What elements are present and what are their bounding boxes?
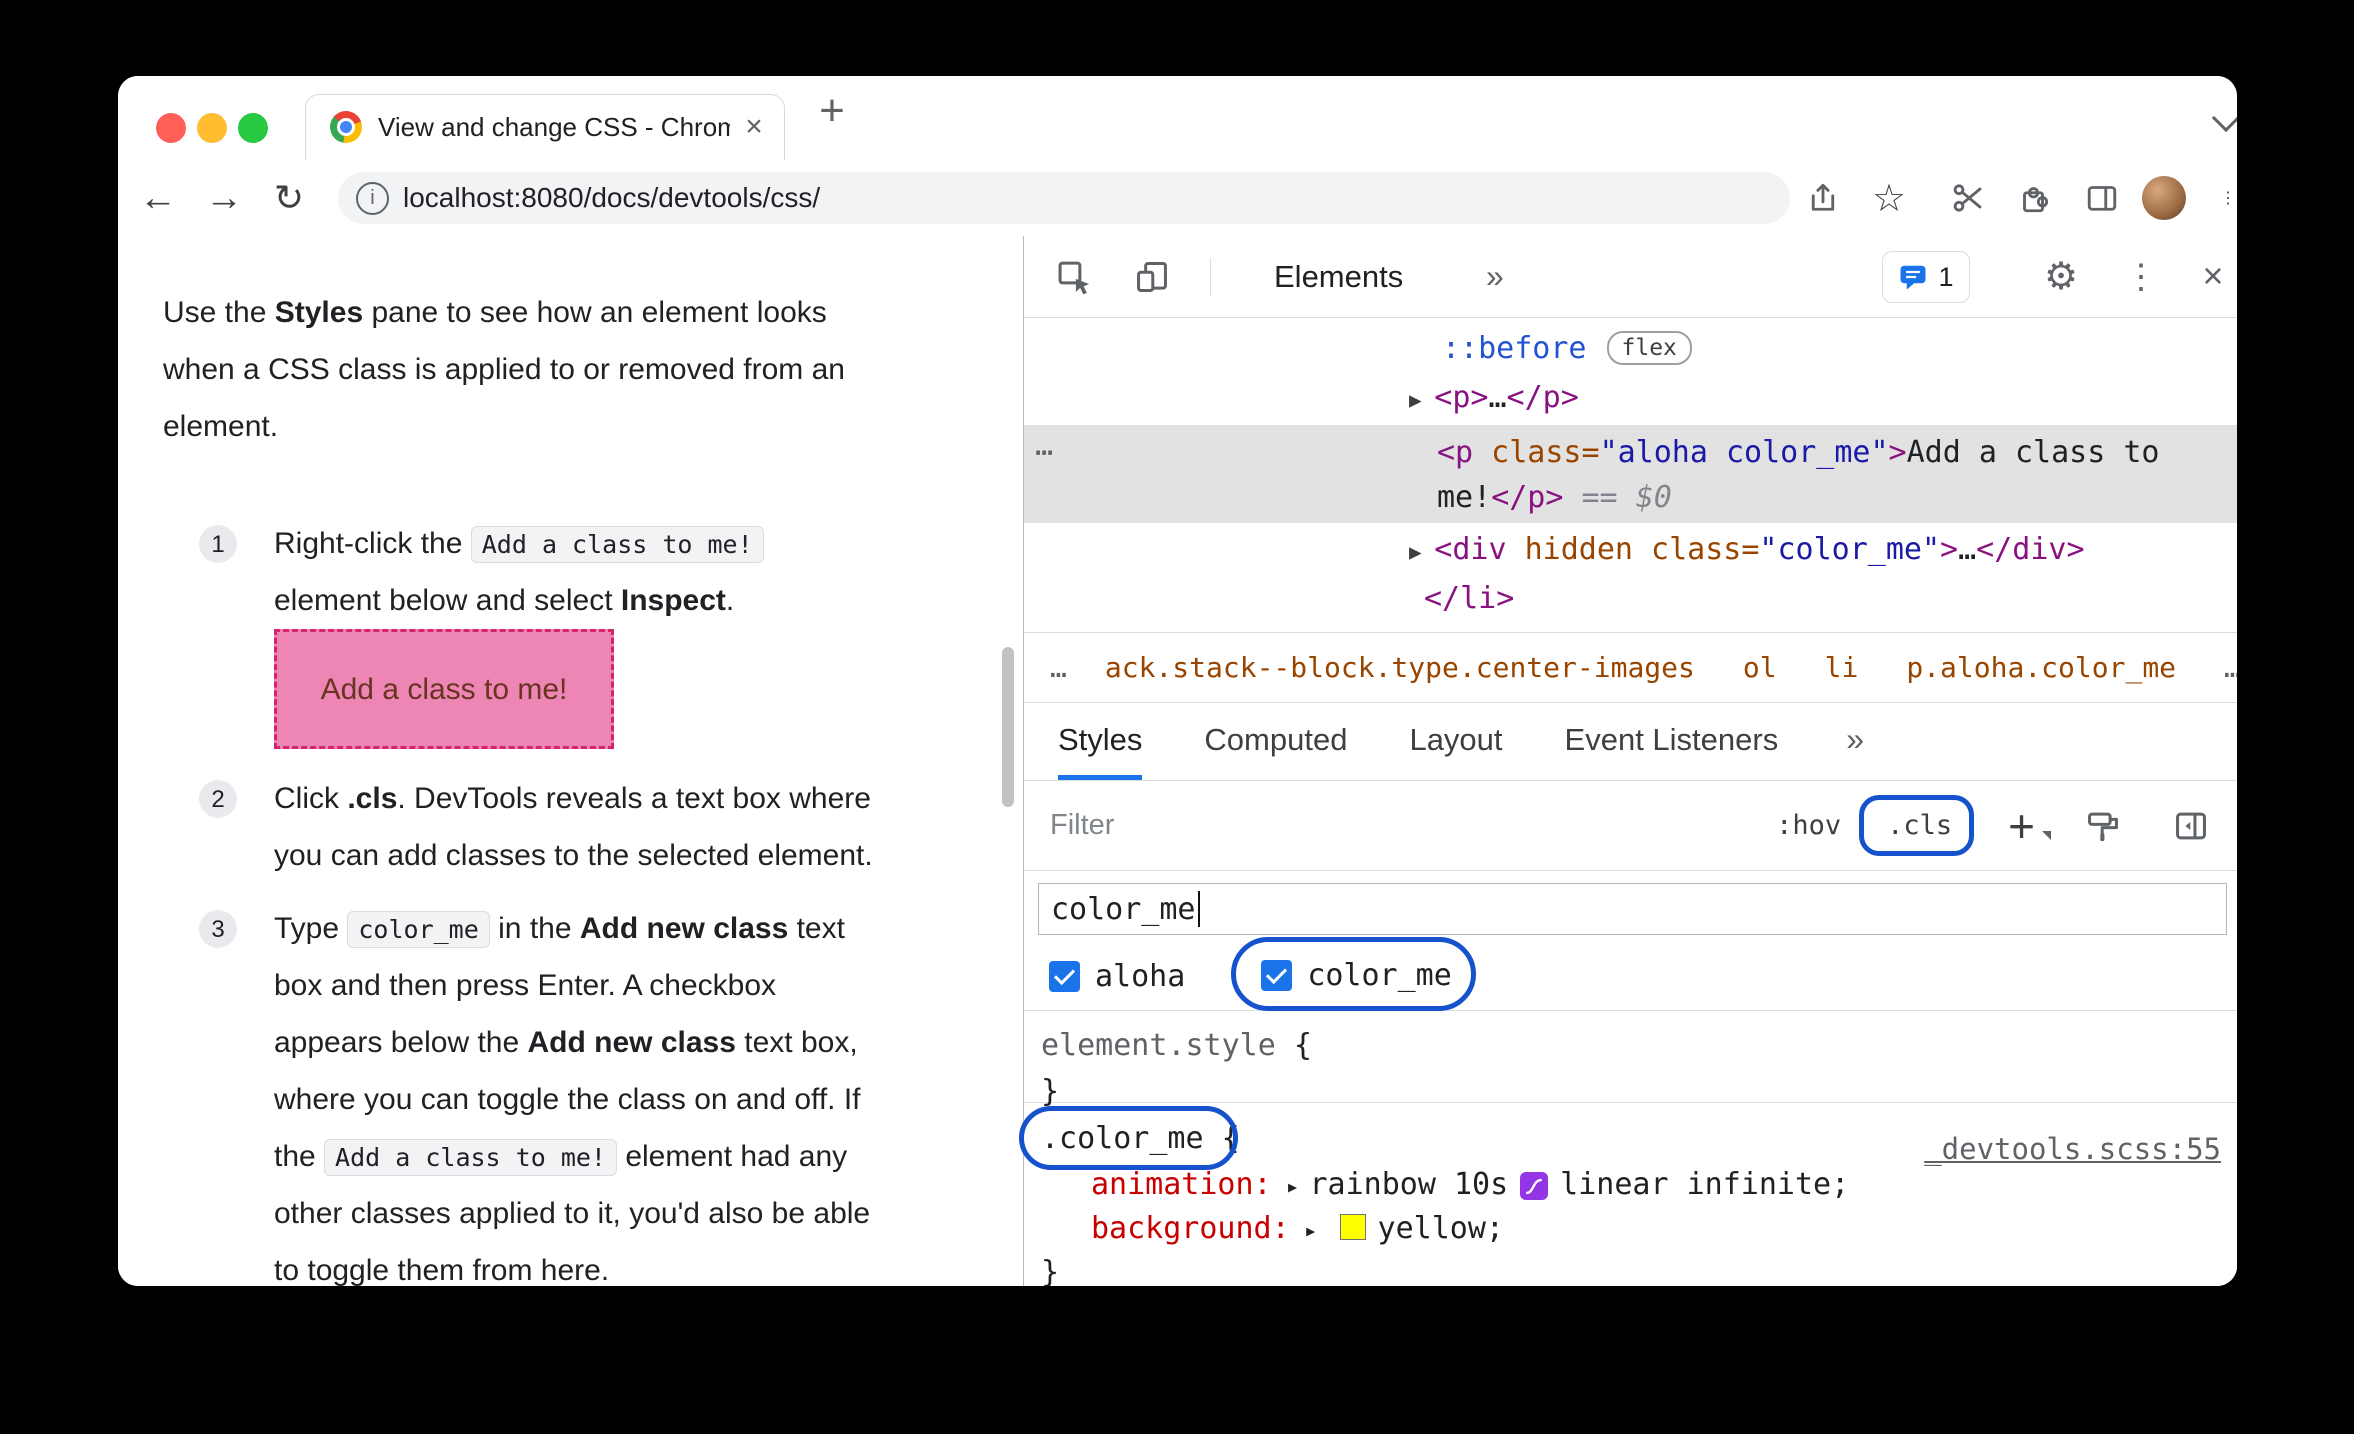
color-me-rule: .color_me { _devtools.scss:55 animation:…	[1019, 1103, 2237, 1286]
flex-badge[interactable]: flex	[1606, 331, 1692, 365]
devtools-panel: Elements » 1 ⚙ ⋮ × ::before flex ▶ <p>…</…	[1019, 236, 2237, 1286]
profile-avatar[interactable]	[2142, 176, 2186, 220]
rendering-emulations-icon[interactable]	[2083, 806, 2123, 846]
styles-filter-bar: Filter :hov .cls +	[1024, 781, 2237, 871]
class-toggle-row: aloha color_me	[1024, 936, 2237, 1011]
tab-elements[interactable]: Elements	[1274, 236, 1403, 318]
scissors-extension-icon[interactable]	[1944, 174, 1992, 222]
title-bar: View and change CSS - Chrom × +	[118, 76, 2237, 160]
breadcrumb-item[interactable]: li	[1825, 651, 1859, 684]
window-content: Use the Styles pane to see how an elemen…	[118, 236, 2237, 1286]
device-toolbar-icon[interactable]	[1128, 253, 1176, 301]
class-checkbox-aloha[interactable]: aloha	[1049, 959, 1185, 994]
tab-styles[interactable]: Styles	[1058, 703, 1143, 780]
devtools-close-icon[interactable]: ×	[2191, 253, 2235, 301]
dom-node-p-collapsed[interactable]: ▶ <p>…</p>	[1024, 373, 2237, 422]
breadcrumb-overflow-right[interactable]: …	[2224, 651, 2237, 684]
element-style-rule[interactable]: element.style { }	[1024, 1011, 2237, 1109]
toolbar-divider	[1210, 258, 1211, 296]
dom-node-li-close[interactable]: </li>	[1024, 574, 2237, 623]
browser-window: View and change CSS - Chrom × + ← → ↻ i …	[118, 76, 2237, 1286]
tab-layout[interactable]: Layout	[1409, 703, 1502, 780]
site-info-icon[interactable]: i	[356, 181, 389, 215]
browser-menu-icon[interactable]: ⋮	[2204, 174, 2237, 222]
side-panel-icon[interactable]	[2078, 174, 2126, 222]
text-caret	[1197, 891, 1200, 927]
animation-timing-icon[interactable]	[1520, 1172, 1549, 1200]
address-bar[interactable]: i localhost:8080/docs/devtools/css/	[338, 172, 1790, 224]
breadcrumb-item[interactable]: ack.stack--block.type.center-images	[1105, 651, 1695, 684]
new-style-rule-button[interactable]: +	[2008, 803, 2051, 849]
toggle-element-state-button[interactable]: :hov	[1776, 810, 1841, 841]
add-new-class-input[interactable]: color_me	[1038, 883, 2227, 935]
tab-event-listeners[interactable]: Event Listeners	[1565, 703, 1779, 780]
tab-computed[interactable]: Computed	[1204, 703, 1347, 780]
node-more-actions-icon[interactable]: ⋯	[1035, 430, 1055, 475]
breadcrumb-item[interactable]: ol	[1743, 651, 1777, 684]
extensions-puzzle-icon[interactable]	[2011, 174, 2059, 222]
styles-tab-bar: Styles Computed Layout Event Listeners »	[1024, 703, 2237, 781]
breadcrumb-overflow-left[interactable]: …	[1050, 651, 1067, 684]
intro-paragraph: Use the Styles pane to see how an elemen…	[163, 296, 845, 443]
more-tabs-icon[interactable]: »	[1846, 703, 1864, 780]
share-icon[interactable]	[1799, 174, 1847, 222]
devtools-toolbar: Elements » 1 ⚙ ⋮ ×	[1024, 236, 2237, 318]
css-property-background[interactable]: background: ▸ yellow;	[1041, 1207, 2237, 1251]
step-number: 3	[199, 910, 237, 948]
tab-title: View and change CSS - Chrom	[378, 112, 730, 142]
message-count: 1	[1938, 261, 1954, 292]
tab-close-icon[interactable]: ×	[736, 109, 772, 145]
forward-button[interactable]: →	[200, 174, 248, 222]
step-number: 1	[199, 525, 237, 563]
class-checkbox-color-me[interactable]: color_me	[1261, 958, 1452, 993]
breadcrumb: … ack.stack--block.type.center-images ol…	[1024, 632, 2237, 703]
reload-button[interactable]: ↻	[265, 174, 313, 222]
step-1: 1 Right-click the Add a class to me! ele…	[199, 515, 1023, 749]
more-panels-icon[interactable]: »	[1486, 236, 1504, 318]
step-2: 2 Click .cls. DevTools reveals a text bo…	[199, 770, 1023, 884]
bookmark-star-icon[interactable]: ☆	[1865, 174, 1913, 222]
dom-node-selected[interactable]: ⋯ <p class="aloha color_me">Add a class …	[1024, 425, 2237, 523]
browser-toolbar: ← → ↻ i localhost:8080/docs/devtools/css…	[118, 160, 2237, 237]
chrome-favicon-icon	[330, 111, 362, 143]
new-tab-button[interactable]: +	[808, 88, 856, 136]
url-text: localhost:8080/docs/devtools/css/	[403, 182, 821, 213]
checkbox-checked-icon[interactable]	[1049, 961, 1080, 992]
page-scrollbar[interactable]	[1002, 647, 1014, 807]
breadcrumb-item-selected[interactable]: p.aloha.color_me	[1906, 651, 2176, 684]
settings-gear-icon[interactable]: ⚙	[2037, 253, 2085, 301]
page-content: Use the Styles pane to see how an elemen…	[118, 236, 1023, 1286]
filter-input[interactable]: Filter	[1050, 809, 1114, 842]
add-new-class-row: color_me	[1024, 871, 2237, 943]
tab-list-chevron-icon[interactable]	[2211, 103, 2237, 133]
dom-tree: ::before flex ▶ <p>…</p> ⋯ <p class="aloh…	[1024, 318, 2237, 632]
inspect-element-icon[interactable]	[1050, 253, 1098, 301]
element-classes-button[interactable]: .cls	[1887, 810, 1952, 841]
minimize-window-button[interactable]	[197, 113, 227, 143]
devtools-menu-icon[interactable]: ⋮	[2117, 253, 2165, 301]
dom-node-before[interactable]: ::before flex	[1024, 324, 2237, 373]
color-swatch-yellow[interactable]	[1339, 1214, 1366, 1240]
chat-bubble-icon	[1900, 265, 1926, 290]
demo-element[interactable]: Add a class to me!	[274, 629, 614, 749]
back-button[interactable]: ←	[134, 174, 182, 222]
class-input-value: color_me	[1051, 891, 1196, 927]
stylesheet-source-link[interactable]: _devtools.scss:55	[1924, 1125, 2221, 1173]
close-window-button[interactable]	[156, 113, 186, 143]
css-selector[interactable]: .color_me	[1041, 1121, 1204, 1156]
expand-shorthand-icon[interactable]: ▸	[1304, 1218, 1318, 1244]
step-number: 2	[199, 780, 237, 818]
computed-sidebar-toggle-icon[interactable]	[2171, 806, 2211, 846]
dom-node-div-hidden[interactable]: ▶ <div hidden class="color_me">…</div>	[1024, 525, 2237, 574]
expand-shorthand-icon[interactable]: ▸	[1286, 1174, 1300, 1200]
browser-tab[interactable]: View and change CSS - Chrom ×	[305, 94, 785, 160]
console-messages-button[interactable]: 1	[1882, 251, 1970, 303]
checkbox-checked-icon[interactable]	[1261, 959, 1293, 991]
step-3: 3 Type color_me in the Add new class tex…	[199, 900, 1023, 1286]
zoom-window-button[interactable]	[238, 113, 268, 143]
